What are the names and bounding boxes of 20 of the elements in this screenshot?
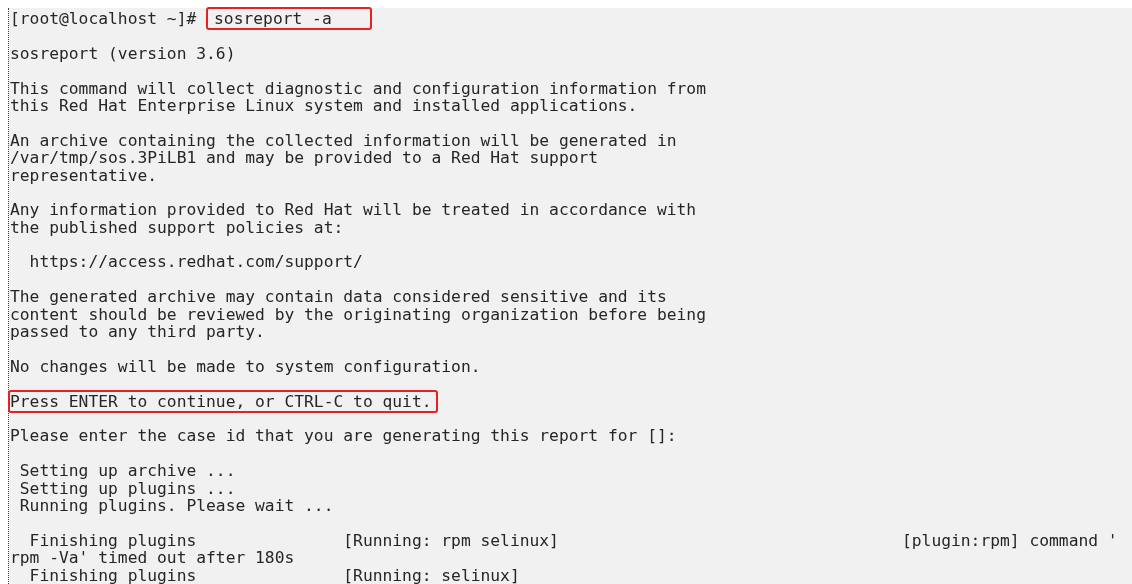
terminal-line: Setting up archive ... [18, 461, 236, 481]
terminal-line: /var/tmp/sos.3PiLB1 and may be provided to a Red Hat support [10, 148, 599, 168]
command-prompt: [root@localhost ~]# [10, 9, 197, 28]
terminal-line: Finishing plugins [Running: selinux] [29, 565, 520, 584]
terminal-line: No changes will be made to system configuration. [10, 356, 481, 376]
terminal-line: sosreport (version 3.6) [10, 43, 236, 63]
terminal-line: Please enter the case id that you are generating this report for []: [10, 426, 677, 446]
terminal-line: representative. [10, 165, 158, 185]
terminal-line: Any information provided to Red Hat will be treated in accordance with [10, 200, 697, 220]
terminal-line: https://access.redhat.com/support/ [28, 252, 363, 272]
terminal-line: the published support policies at: [10, 217, 344, 237]
terminal-line: content should be reviewed by the originating organization before being [10, 304, 706, 324]
terminal-line: Setting up plugins ... [18, 478, 236, 498]
terminal-line: The generated archive may contain data considered sensitive and its [10, 287, 667, 307]
terminal-line: rpm -Va' timed out after 180s [10, 548, 295, 568]
terminal-line: Finishing plugins [Running: rpm selinux] [plugin:rpm] command ' [28, 530, 1118, 550]
terminal-line: passed to any third party. [10, 322, 265, 342]
terminal-line: An archive containing the collected information will be generated in [10, 130, 677, 150]
terminal-line: This command will collect diagnostic and configuration information from [10, 78, 706, 98]
highlighted-command: sosreport -a [206, 7, 372, 30]
